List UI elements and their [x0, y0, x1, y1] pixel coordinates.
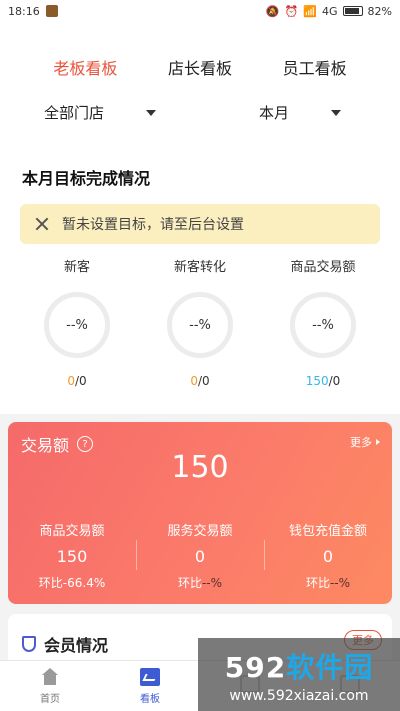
mute-icon: 🔕: [265, 4, 280, 18]
dashboard-tabs: 老板看板 店长看板 员工看板: [0, 55, 400, 79]
member-section-title: 会员情况: [22, 632, 108, 656]
tab-boss-board[interactable]: 老板看板: [53, 55, 117, 79]
service-sales-column: 服务交易额 0 环比--%: [136, 520, 264, 591]
wallet-recharge-column: 钱包充值金额 0 环比--%: [264, 520, 392, 591]
chevron-right-icon: [376, 439, 380, 445]
nav-dashboard[interactable]: 看板: [100, 661, 200, 711]
metric-new-customers: 新客 --% 0/0: [12, 256, 142, 388]
shield-icon: [22, 636, 36, 652]
chart-icon: [140, 667, 160, 686]
tab-manager-board[interactable]: 店长看板: [168, 55, 232, 79]
store-filter-label: 全部门店: [43, 104, 104, 122]
product-sales-column: 商品交易额 150 环比-66.4%: [38, 524, 106, 590]
metric-new-customer-conversion: 新客转化 --% 0/0: [135, 256, 265, 388]
goal-notice-text: 暂未设置目标，请至后台设置: [62, 217, 244, 233]
progress-ring: --%: [167, 292, 233, 358]
filter-bar: 全部门店 本月: [0, 102, 400, 123]
metric-label: 商品交易额: [290, 260, 356, 275]
metric-product-sales: 商品交易额 --% 150/0: [258, 256, 388, 388]
tab-staff-board[interactable]: 员工看板: [283, 55, 347, 79]
progress-ring: --%: [44, 292, 110, 358]
app-notification-icon: [45, 5, 58, 17]
goal-section: 本月目标完成情况 暂未设置目标，请至后台设置 新客 --% 0/0 新客转化 -…: [0, 152, 400, 414]
transaction-card: 交易额 ? 更多 150 商品交易额 150 环比-66.4% 服务交易额 0 …: [8, 422, 392, 604]
metric-label: 新客转化: [173, 260, 226, 275]
network-label: 4G: [322, 4, 338, 18]
status-bar: 18:16 🔕 ⏰ 📶 4G 82%: [0, 0, 400, 22]
close-icon[interactable]: [34, 216, 50, 232]
goal-section-title: 本月目标完成情况: [22, 169, 151, 188]
metric-ratio: 0/0: [190, 374, 210, 388]
transaction-amount: 150: [171, 450, 229, 485]
metric-ratio: 0/0: [67, 374, 87, 388]
alarm-icon: ⏰: [284, 4, 299, 18]
caret-down-icon: [331, 109, 341, 116]
signal-icon: 📶: [303, 4, 318, 18]
battery-icon: [342, 6, 363, 16]
status-time: 18:16: [8, 4, 40, 18]
progress-ring: --%: [290, 292, 356, 358]
transaction-more-link[interactable]: 更多: [350, 434, 380, 450]
transaction-breakdown: 商品交易额 150 环比-66.4% 服务交易额 0 环比--% 钱包充值金额 …: [8, 520, 392, 591]
home-icon: [40, 667, 60, 686]
dashboard-header: 老板看板 店长看板 员工看板 全部门店 本月: [0, 22, 400, 152]
watermark-logo: 592软件园 www.592xiazai.com: [198, 638, 400, 711]
store-filter-dropdown[interactable]: 全部门店: [0, 102, 200, 123]
metric-label: 新客: [63, 260, 90, 275]
nav-home[interactable]: 首页: [0, 661, 100, 711]
goal-notice-banner: 暂未设置目标，请至后台设置: [20, 204, 380, 244]
battery-percent: 82%: [367, 4, 392, 18]
metric-ratio: 150/0: [305, 374, 341, 388]
period-filter-dropdown[interactable]: 本月: [200, 102, 400, 123]
caret-down-icon: [146, 109, 156, 116]
period-filter-label: 本月: [258, 104, 289, 122]
